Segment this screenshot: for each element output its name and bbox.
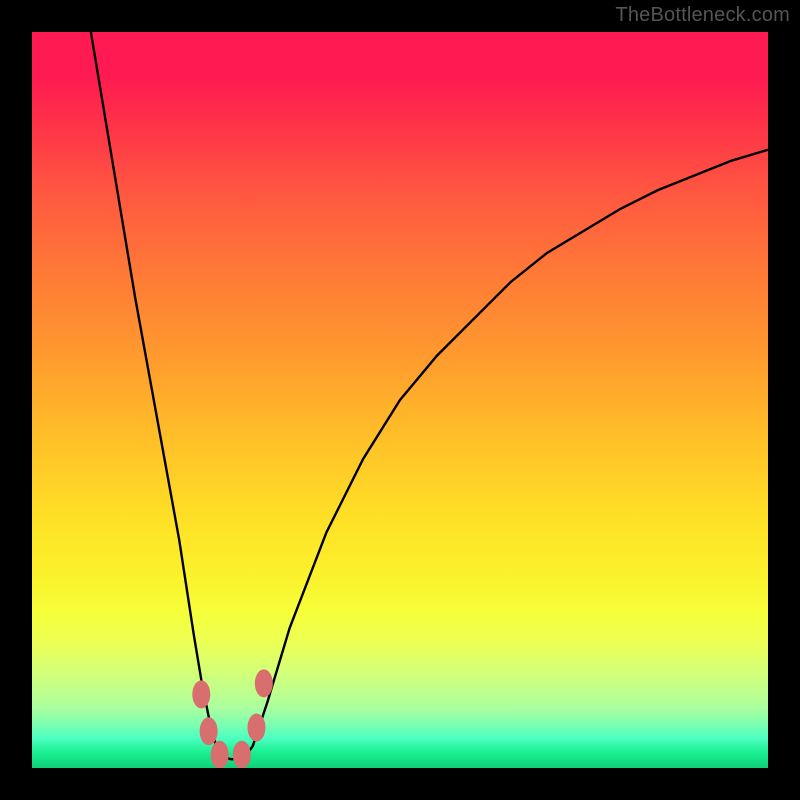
curve-markers: [192, 669, 273, 768]
curve-marker: [192, 680, 210, 708]
curve-marker: [233, 741, 251, 768]
bottleneck-curve: [91, 32, 768, 759]
curve-marker: [211, 741, 229, 768]
watermark-text: TheBottleneck.com: [615, 4, 790, 27]
chart-frame: TheBottleneck.com: [0, 0, 800, 800]
curve-marker: [255, 669, 273, 697]
curve-marker: [200, 717, 218, 745]
bottleneck-chart: [32, 32, 768, 768]
plot-area: [32, 32, 768, 768]
curve-marker: [247, 714, 265, 742]
